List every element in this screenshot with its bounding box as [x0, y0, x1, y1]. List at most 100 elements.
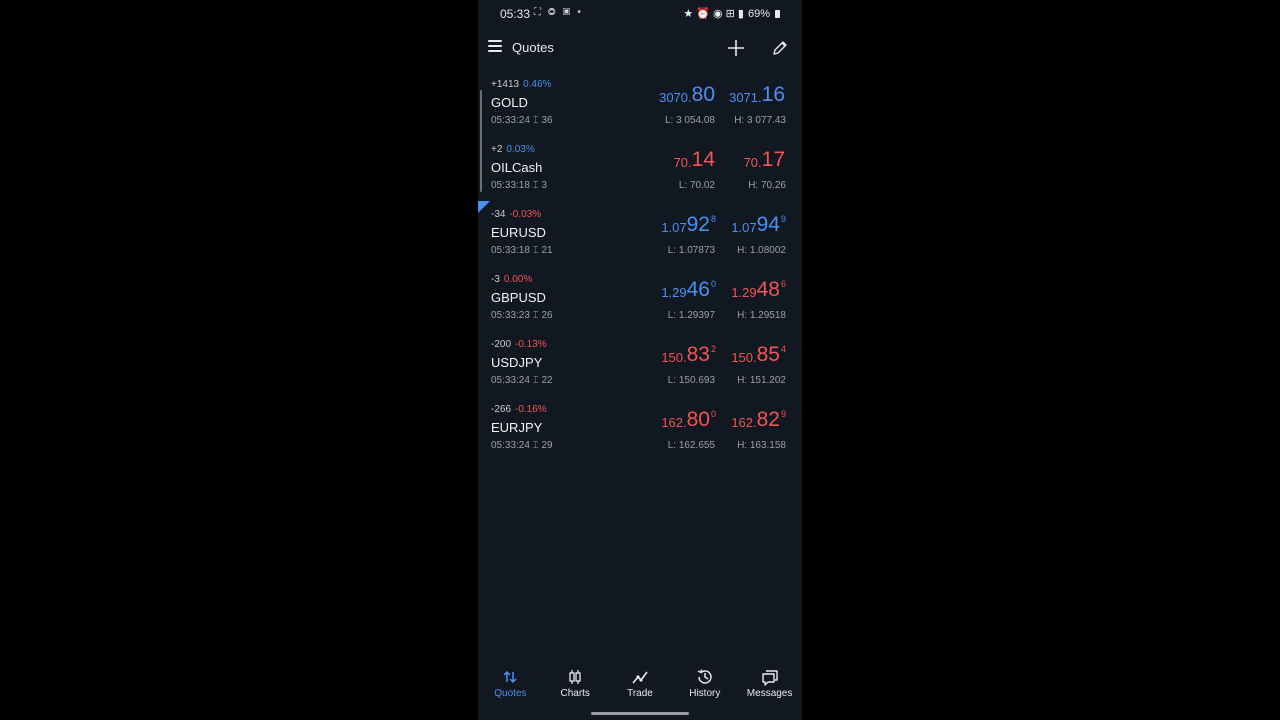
day-high: H: 151.202: [737, 375, 786, 386]
change-points: -200: [491, 339, 512, 350]
ask-price[interactable]: 150. 85 4: [731, 344, 786, 366]
ask-price-fraction: 6: [780, 279, 786, 289]
quote-row[interactable]: -34 -0.03% EURUSD 05:33:18 ⌶ 21 1.07 92 8 1.07 9…: [478, 204, 802, 269]
add-icon[interactable]: [726, 38, 746, 58]
quote-row[interactable]: +2 0.03% OILCash 05:33:18 ⌶ 3 70. 14 70. 17 L: 7…: [478, 139, 802, 204]
change-points: +2: [491, 144, 503, 155]
hamburger-menu-icon[interactable]: [488, 40, 502, 52]
quote-time: 05:33:23: [491, 310, 530, 321]
ask-price-pips: 16: [761, 83, 785, 106]
home-indicator[interactable]: [591, 712, 689, 715]
ask-price[interactable]: 162. 82 9: [731, 409, 786, 431]
day-high: H: 70.26: [748, 180, 786, 191]
ask-price-prefix: 70.: [743, 155, 762, 170]
ask-price[interactable]: 70. 17: [744, 149, 786, 171]
change-percent: 0.46%: [523, 79, 552, 90]
quote-row[interactable]: -200 -0.13% USDJPY 05:33:24 ⌶ 22 150. 83 2 150.…: [478, 334, 802, 399]
bid-price-prefix: 3070.: [659, 90, 692, 105]
bid-price-fraction: 0: [710, 279, 716, 289]
nav-trade[interactable]: Trade: [608, 662, 673, 706]
quote-row[interactable]: -266 -0.16% EURJPY 05:33:24 ⌶ 29 162. 80 0 162.…: [478, 399, 802, 464]
daily-change: -3 0.00%: [491, 274, 532, 285]
bid-price[interactable]: 3070. 80: [659, 84, 716, 106]
spread-icon: ⌶: [532, 310, 539, 321]
ask-price-fraction: 4: [780, 344, 786, 354]
quote-meta: 05:33:24 ⌶ 36: [491, 115, 553, 126]
spread-icon: ⌶: [532, 375, 539, 386]
quote-row[interactable]: +1413 0.46% GOLD 05:33:24 ⌶ 36 3070. 80 3071. 1…: [478, 74, 802, 139]
quotes-arrows-icon: [503, 670, 517, 684]
day-high: H: 163.158: [737, 440, 786, 451]
nav-label-history: History: [689, 688, 721, 699]
spread-icon: ⌶: [532, 180, 539, 191]
app-header: Quotes: [478, 30, 802, 66]
ask-price-pips: 94: [756, 213, 780, 236]
symbol-name: GOLD: [491, 95, 528, 110]
ask-price[interactable]: 1.29 48 6: [731, 279, 786, 301]
status-bar: 05:33 ⛶ ◎ ▣ • ★ ⏰ ◉ ⊞ ▮ 69%: [478, 0, 802, 30]
quote-time: 05:33:24: [491, 115, 530, 126]
quote-meta: 05:33:24 ⌶ 29: [491, 440, 553, 451]
page-title: Quotes: [512, 40, 554, 55]
day-low: L: 162.655: [667, 440, 715, 451]
nav-messages[interactable]: Messages: [737, 662, 802, 706]
system-status-icons: ★ ⏰ ◉ ⊞ ▮: [683, 8, 744, 20]
ask-price-prefix: 150.: [731, 350, 757, 365]
ask-price-pips: 85: [756, 343, 780, 366]
quote-time: 05:33:24: [491, 375, 530, 386]
change-percent: -0.03%: [509, 209, 542, 220]
bid-price-fraction: 0: [710, 409, 716, 419]
bid-price[interactable]: 70. 14: [674, 149, 716, 171]
notification-icons: ⛶ ◎ ▣ •: [534, 7, 583, 18]
messages-icon: [761, 670, 778, 686]
quote-meta: 05:33:18 ⌶ 3: [491, 180, 547, 191]
day-low: L: 150.693: [667, 375, 715, 386]
status-time: 05:33: [500, 7, 531, 21]
symbol-name: GBPUSD: [491, 290, 546, 305]
day-high: H: 1.29518: [737, 310, 786, 321]
bid-price[interactable]: 162. 80 0: [661, 409, 716, 431]
day-low: L: 1.07873: [667, 245, 715, 256]
bid-price-pips: 46: [686, 278, 710, 301]
spread-icon: ⌶: [532, 245, 539, 256]
bid-price[interactable]: 1.07 92 8: [661, 214, 716, 236]
ask-price-prefix: 3071.: [729, 90, 762, 105]
change-points: -34: [491, 209, 506, 220]
nav-charts[interactable]: Charts: [543, 662, 608, 706]
edit-pencil-icon[interactable]: [770, 38, 790, 58]
spread-value: 22: [541, 375, 553, 386]
ask-price[interactable]: 1.07 94 9: [731, 214, 786, 236]
symbol-name: EURJPY: [491, 420, 543, 435]
quote-row[interactable]: -3 0.00% GBPUSD 05:33:23 ⌶ 26 1.29 46 0 1.29 48 6…: [478, 269, 802, 334]
change-points: -3: [491, 274, 500, 285]
change-percent: 0.00%: [503, 274, 533, 285]
day-low: L: 3 054.08: [664, 115, 715, 126]
bid-price-pips: 80: [691, 83, 715, 106]
bid-price-pips: 83: [686, 343, 710, 366]
daily-change: -200 -0.13%: [491, 339, 547, 350]
bid-price[interactable]: 1.29 46 0: [661, 279, 716, 301]
nav-history[interactable]: History: [672, 662, 737, 706]
bid-price-prefix: 1.07: [661, 220, 687, 235]
quote-time: 05:33:18: [491, 180, 530, 191]
ask-price[interactable]: 3071. 16: [729, 84, 786, 106]
daily-change: +2 0.03%: [491, 144, 535, 155]
nav-quotes[interactable]: Quotes: [478, 662, 543, 706]
ask-price-pips: 17: [761, 148, 785, 171]
bid-price-pips: 92: [686, 213, 710, 236]
change-percent: 0.03%: [506, 144, 535, 155]
phone-screen: 05:33 ⛶ ◎ ▣ • ★ ⏰ ◉ ⊞ ▮ 69% Quotes +1413…: [478, 0, 802, 720]
bid-price-prefix: 70.: [673, 155, 692, 170]
system-icons: ★ ⏰ ◉ ⊞ ▮ 69%: [683, 7, 780, 20]
bid-price-pips: 14: [691, 148, 715, 171]
bid-price-prefix: 150.: [661, 350, 687, 365]
ask-price-prefix: 162.: [731, 415, 757, 430]
ask-price-prefix: 1.07: [731, 220, 757, 235]
quote-meta: 05:33:23 ⌶ 26: [491, 310, 553, 321]
bid-price-fraction: 8: [710, 214, 716, 224]
daily-change: +1413 0.46%: [491, 79, 551, 90]
ask-price-fraction: 9: [780, 409, 786, 419]
bid-price[interactable]: 150. 83 2: [661, 344, 716, 366]
symbol-name: OILCash: [491, 160, 543, 175]
change-percent: -0.13%: [515, 339, 547, 350]
